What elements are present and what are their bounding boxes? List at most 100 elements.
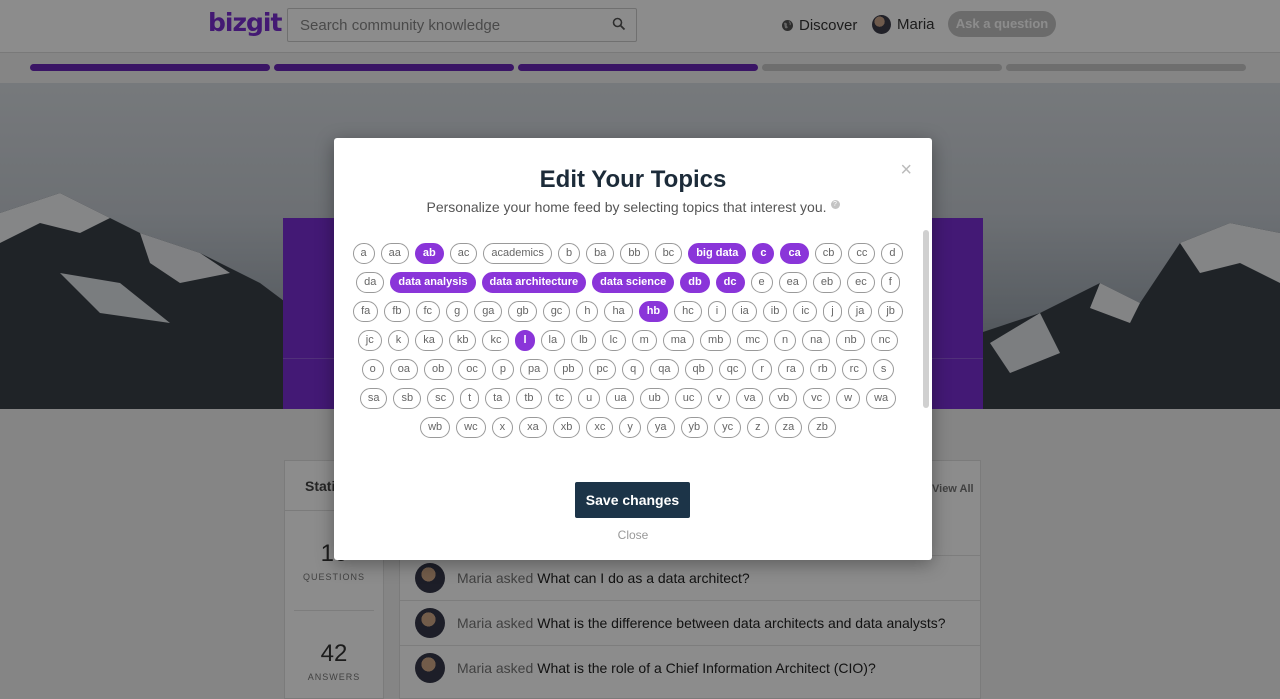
- topic-chip[interactable]: wb: [420, 417, 451, 438]
- topic-chip[interactable]: fb: [384, 301, 410, 322]
- topic-chip[interactable]: tc: [547, 388, 573, 409]
- topic-chip[interactable]: big data: [688, 243, 747, 264]
- topic-chip[interactable]: lc: [601, 330, 626, 351]
- topic-chip[interactable]: jb: [878, 301, 903, 322]
- topic-chip[interactable]: ya: [646, 417, 675, 438]
- topic-chip[interactable]: bb: [620, 243, 649, 264]
- topic-chip[interactable]: za: [774, 417, 803, 438]
- topic-chip[interactable]: d: [881, 243, 904, 264]
- topic-chip[interactable]: n: [774, 330, 797, 351]
- topic-chip[interactable]: pa: [520, 359, 549, 380]
- topic-chip[interactable]: t: [460, 388, 480, 409]
- topic-chip[interactable]: sa: [359, 388, 388, 409]
- topic-chip[interactable]: m: [631, 330, 657, 351]
- topic-chip[interactable]: c: [752, 243, 775, 264]
- topic-chip[interactable]: qa: [650, 359, 679, 380]
- topic-chip[interactable]: yb: [680, 417, 709, 438]
- topic-chip[interactable]: qb: [684, 359, 713, 380]
- topic-chip[interactable]: xa: [519, 417, 547, 438]
- topic-chip[interactable]: data analysis: [390, 272, 476, 293]
- topic-chip[interactable]: va: [735, 388, 764, 409]
- topic-chip[interactable]: pb: [554, 359, 583, 380]
- topic-chip[interactable]: q: [622, 359, 645, 380]
- topic-chip[interactable]: ka: [415, 330, 443, 351]
- topic-chip[interactable]: z: [747, 417, 769, 438]
- topic-chip[interactable]: fc: [415, 301, 441, 322]
- topic-chip[interactable]: db: [680, 272, 710, 293]
- topic-chip[interactable]: ic: [793, 301, 818, 322]
- topic-chip[interactable]: ra: [778, 359, 804, 380]
- topics-scrollbar[interactable]: [923, 230, 929, 408]
- topic-chip[interactable]: ea: [778, 272, 807, 293]
- topic-chip[interactable]: sb: [393, 388, 422, 409]
- topic-chip[interactable]: yc: [714, 417, 742, 438]
- help-icon[interactable]: ?: [830, 200, 840, 210]
- topic-chip[interactable]: pc: [588, 359, 617, 380]
- topic-chip[interactable]: x: [491, 417, 514, 438]
- topic-chip[interactable]: ca: [780, 243, 809, 264]
- topic-chip[interactable]: cc: [848, 243, 876, 264]
- topic-chip[interactable]: aa: [380, 243, 409, 264]
- topic-chip[interactable]: ab: [414, 243, 444, 264]
- topic-chip[interactable]: ga: [474, 301, 503, 322]
- topic-chip[interactable]: qc: [718, 359, 747, 380]
- topic-chip[interactable]: oa: [389, 359, 419, 380]
- topic-chip[interactable]: kb: [448, 330, 477, 351]
- topic-chip[interactable]: vc: [803, 388, 831, 409]
- close-link[interactable]: Close: [334, 528, 932, 542]
- topics-scroll-area[interactable]: a aa ab ac academics b ba bb bc big data c ca cb cc d d…: [352, 238, 921, 458]
- topic-chip[interactable]: tb: [516, 388, 542, 409]
- topic-chip[interactable]: r: [752, 359, 773, 380]
- topic-chip[interactable]: ec: [847, 272, 875, 293]
- topic-chip[interactable]: dc: [715, 272, 745, 293]
- topic-chip[interactable]: oc: [458, 359, 486, 380]
- topic-chip[interactable]: o: [361, 359, 384, 380]
- topic-chip[interactable]: p: [491, 359, 515, 380]
- topic-chip[interactable]: e: [750, 272, 773, 293]
- topic-chip[interactable]: wc: [456, 417, 486, 438]
- topic-chip[interactable]: wa: [866, 388, 897, 409]
- topic-chip[interactable]: gc: [542, 301, 571, 322]
- topic-chip[interactable]: a: [352, 243, 375, 264]
- topic-chip[interactable]: ja: [847, 301, 873, 322]
- topic-chip[interactable]: nc: [870, 330, 899, 351]
- topic-chip[interactable]: ba: [586, 243, 615, 264]
- topic-chip[interactable]: hc: [674, 301, 702, 322]
- topic-chip[interactable]: xc: [586, 417, 614, 438]
- topic-chip[interactable]: u: [578, 388, 601, 409]
- topic-chip[interactable]: ia: [732, 301, 757, 322]
- topic-chip[interactable]: cb: [814, 243, 843, 264]
- topic-chip[interactable]: kc: [482, 330, 510, 351]
- topic-chip[interactable]: ob: [424, 359, 453, 380]
- topic-chip[interactable]: ib: [762, 301, 788, 322]
- topic-chip[interactable]: bc: [654, 243, 683, 264]
- topic-chip[interactable]: academics: [483, 243, 552, 264]
- topic-chip[interactable]: fa: [353, 301, 379, 322]
- topic-chip[interactable]: data architecture: [481, 272, 587, 293]
- topic-chip[interactable]: eb: [812, 272, 842, 293]
- topic-chip[interactable]: ub: [640, 388, 669, 409]
- topic-chip[interactable]: hb: [638, 301, 669, 322]
- topic-chip[interactable]: jc: [357, 330, 382, 351]
- topic-chip[interactable]: mc: [737, 330, 768, 351]
- topic-chip[interactable]: ma: [662, 330, 695, 351]
- topic-chip[interactable]: zb: [808, 417, 836, 438]
- topic-chip[interactable]: rc: [841, 359, 867, 380]
- topic-chip[interactable]: j: [823, 301, 842, 322]
- topic-chip[interactable]: b: [557, 243, 581, 264]
- topic-chip[interactable]: na: [802, 330, 831, 351]
- topic-chip[interactable]: data science: [592, 272, 675, 293]
- save-changes-button[interactable]: Save changes: [575, 482, 690, 518]
- topic-chip[interactable]: w: [836, 388, 861, 409]
- topic-chip[interactable]: f: [880, 272, 900, 293]
- topic-chip[interactable]: ac: [449, 243, 478, 264]
- topic-chip[interactable]: ha: [604, 301, 633, 322]
- topic-chip[interactable]: s: [872, 359, 895, 380]
- topic-chip[interactable]: vb: [769, 388, 798, 409]
- topic-chip[interactable]: mb: [700, 330, 732, 351]
- topic-chip[interactable]: ta: [485, 388, 511, 409]
- topic-chip[interactable]: gb: [508, 301, 537, 322]
- topic-chip[interactable]: uc: [674, 388, 703, 409]
- topic-chip[interactable]: l: [515, 330, 535, 351]
- topic-chip[interactable]: v: [708, 388, 730, 409]
